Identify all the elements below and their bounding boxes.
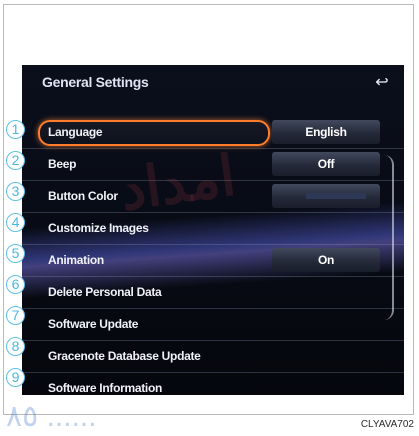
settings-row-customize-images[interactable]: Customize Images bbox=[22, 213, 404, 245]
settings-row-label: Gracenote Database Update bbox=[48, 349, 201, 363]
settings-row-label: Beep bbox=[48, 157, 77, 171]
watermark-footer: ٨٥ ...... bbox=[6, 400, 97, 433]
callout-number-2: 2 bbox=[6, 151, 25, 170]
callout-number-9: 9 bbox=[6, 368, 25, 387]
settings-row-label: Delete Personal Data bbox=[48, 285, 162, 299]
settings-row-animation[interactable]: Animation On bbox=[22, 245, 404, 277]
scroll-indicator bbox=[384, 155, 394, 320]
figure-code: CLYAVA702 bbox=[360, 419, 414, 430]
callout-number-5: 5 bbox=[6, 244, 25, 263]
callout-number-6: 6 bbox=[6, 275, 25, 294]
button-color-value-button[interactable] bbox=[272, 184, 380, 208]
beep-value-button[interactable]: Off bbox=[272, 152, 380, 176]
settings-row-label: Language bbox=[48, 125, 103, 139]
settings-row-delete-personal-data[interactable]: Delete Personal Data bbox=[22, 277, 404, 309]
button-color-swatch bbox=[306, 193, 366, 199]
page-title: General Settings bbox=[42, 74, 149, 90]
callout-number-7: 7 bbox=[6, 306, 25, 325]
back-icon[interactable]: ↩ bbox=[370, 73, 394, 93]
settings-row-label: Software Information bbox=[48, 381, 163, 395]
settings-row-gracenote-database-update[interactable]: Gracenote Database Update bbox=[22, 341, 404, 373]
settings-screen: General Settings ↩ Language English Beep… bbox=[22, 65, 404, 395]
callout-number-8: 8 bbox=[6, 337, 25, 356]
language-value-button[interactable]: English bbox=[272, 120, 380, 144]
settings-row-software-information[interactable]: Software Information bbox=[22, 373, 404, 395]
settings-row-label: Button Color bbox=[48, 189, 118, 203]
callout-number-3: 3 bbox=[6, 182, 25, 201]
callout-number-1: 1 bbox=[6, 120, 25, 139]
settings-row-label: Software Update bbox=[48, 317, 139, 331]
callout-number-4: 4 bbox=[6, 213, 25, 232]
settings-row-software-update[interactable]: Software Update bbox=[22, 309, 404, 341]
animation-value-button[interactable]: On bbox=[272, 248, 380, 272]
settings-row-label: Animation bbox=[48, 253, 104, 267]
